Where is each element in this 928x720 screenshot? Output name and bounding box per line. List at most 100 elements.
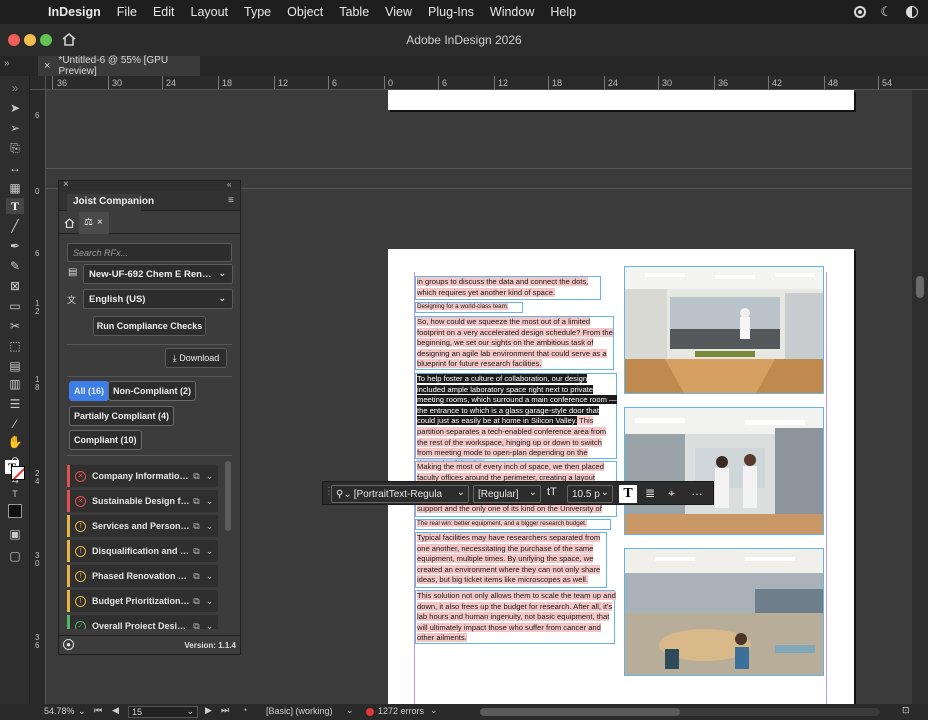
filter-compliant[interactable]: Compliant (10) [69, 430, 142, 450]
scrollbar-thumb[interactable] [916, 276, 924, 298]
menu-type[interactable]: Type [236, 5, 279, 19]
menu-object[interactable]: Object [279, 5, 331, 19]
language-select[interactable]: English (US) ⌄ [83, 289, 233, 309]
list-item[interactable]: ! Services and Personne... ⧉ ⌄ [67, 515, 218, 537]
pencil-tool-icon[interactable]: ✎ [6, 258, 24, 274]
run-compliance-checks-button[interactable]: Run Compliance Checks [93, 316, 206, 336]
selected-paragraph[interactable]: To help foster a culture of collaboratio… [417, 374, 617, 469]
last-page-icon[interactable]: ⏭ [221, 705, 229, 716]
chevron-down-icon[interactable]: ⌄ [203, 596, 216, 607]
download-button[interactable]: ⤓ Download [165, 348, 227, 368]
horizontal-ruler[interactable]: 36 30 24 18 12 6 0 6 12 18 24 30 36 42 4… [46, 76, 928, 90]
preflight-errors[interactable]: 1272 errors [378, 706, 424, 716]
record-icon[interactable] [854, 6, 867, 18]
horizontal-scrollbar[interactable] [480, 708, 880, 716]
control-center-icon[interactable] [906, 6, 918, 18]
list-item[interactable]: ! Disqualification and In... ⧉ ⌄ [67, 540, 218, 562]
fill-stroke-swatch[interactable]: T [5, 460, 25, 482]
screen-mode-icon[interactable]: ▣ [6, 526, 24, 542]
font-size-field[interactable]: 10.5 p ⌄ [567, 485, 613, 503]
body-paragraph[interactable]: Typical facilities may have researchers … [417, 533, 607, 586]
list-item[interactable]: ! Budget Prioritization a... ⧉ ⌄ [67, 590, 218, 612]
home-icon[interactable] [64, 218, 75, 228]
body-paragraph[interactable]: So, how could we squeeze the most out of… [417, 317, 616, 370]
paragraph-align-icon[interactable]: ≣ [645, 486, 655, 500]
lab-photo-2[interactable] [624, 407, 824, 535]
filter-partially-compliant[interactable]: Partially Compliant (4) [69, 406, 175, 426]
copy-icon[interactable]: ⧉ [190, 571, 203, 582]
zoom-level[interactable]: 54.78% [44, 706, 75, 716]
eyedropper-tool-icon[interactable]: ⁄ [6, 416, 24, 432]
document-tab[interactable]: × *Untitled-6 @ 55% [GPU Preview] [38, 55, 200, 77]
previous-page[interactable] [388, 90, 854, 110]
menu-layout[interactable]: Layout [183, 5, 237, 19]
filter-non-compliant[interactable]: Non-Compliant (2) [108, 381, 196, 401]
gradient-feather-tool-icon[interactable]: ▥ [6, 376, 24, 392]
body-paragraph[interactable]: This solution not only allows them to sc… [417, 591, 616, 644]
collapse-panels-icon[interactable]: » [4, 58, 10, 69]
note-tool-icon[interactable]: ☰ [6, 396, 24, 412]
gradient-swatch-tool-icon[interactable]: ▤ [6, 358, 24, 374]
copy-icon[interactable]: ⧉ [190, 596, 203, 607]
character-formatting-icon[interactable]: T [619, 485, 637, 503]
chevron-down-icon[interactable]: ⌄ [203, 496, 216, 507]
vertical-scrollbar[interactable] [912, 90, 928, 704]
chevron-down-icon[interactable]: ⌄ [203, 621, 216, 630]
more-options-icon[interactable]: … [691, 484, 703, 498]
close-tab-icon[interactable]: × [44, 60, 50, 72]
line-tool-icon[interactable]: ╱ [6, 218, 24, 234]
list-item[interactable]: ✓ Overall Project Design... ⧉ ⌄ [67, 615, 218, 629]
copy-icon[interactable]: ⧉ [190, 621, 203, 630]
list-item[interactable]: ! Phased Renovation Ap... ⧉ ⌄ [67, 565, 218, 587]
page-tool-icon[interactable]: ⎘ [6, 140, 24, 156]
preflight-profile[interactable]: [Basic] (working) [266, 706, 333, 716]
lab-photo-3[interactable] [624, 548, 824, 676]
formatting-affects-text-icon[interactable]: T [6, 486, 24, 502]
chevron-down-icon[interactable]: ⌄ [203, 571, 216, 582]
menu-help[interactable]: Help [542, 5, 584, 19]
font-style-field[interactable]: [Regular] ⌄ [473, 485, 541, 503]
next-page-icon[interactable]: ▶ [205, 705, 212, 716]
body-paragraph[interactable]: in groups to discuss the data and connec… [417, 277, 603, 298]
rfx-select[interactable]: New-UF-692 Chem E Renova... ⌄ [83, 264, 233, 284]
copy-icon[interactable]: ⧉ [190, 521, 203, 532]
open-page-icon[interactable]: ◔ [242, 705, 247, 715]
gap-tool-icon[interactable]: ↔ [6, 160, 24, 176]
menu-edit[interactable]: Edit [145, 5, 183, 19]
subheading[interactable]: The real win: better equipment, and a bi… [417, 519, 617, 530]
vertical-ruler[interactable]: 6 0 6 1 2 1 8 2 4 3 0 3 6 [30, 90, 46, 704]
content-collector-icon[interactable]: ▦ [6, 180, 24, 196]
font-family-field[interactable]: ⚲⌄ [PortraitText-Regula ⌄ [331, 485, 469, 503]
chevron-down-icon[interactable]: ⌄ [346, 705, 354, 716]
panel-menu-icon[interactable]: ≡ [228, 195, 234, 206]
chevron-down-icon[interactable]: ⌄ [203, 546, 216, 557]
menu-view[interactable]: View [377, 5, 420, 19]
menu-file[interactable]: File [109, 5, 145, 19]
collapse-panel-icon[interactable]: « [227, 180, 231, 189]
document-page[interactable]: in groups to discuss the data and connec… [388, 249, 854, 704]
chevron-down-icon[interactable]: ⌄ [203, 521, 216, 532]
compliance-tab-icon[interactable]: ⚖ [84, 217, 93, 228]
preview-mode-icon[interactable]: ▢ [6, 548, 24, 564]
search-input[interactable]: Search RFx... [67, 243, 232, 262]
ruler-origin[interactable] [30, 76, 46, 90]
lab-photo-1[interactable] [624, 266, 824, 394]
close-tab-icon[interactable]: × [97, 217, 103, 228]
expand-tools-icon[interactable]: » [6, 80, 24, 96]
night-mode-icon[interactable]: ☾ [880, 4, 892, 20]
stroke-swatch[interactable] [11, 466, 25, 480]
view-options-icon[interactable]: ⊡ [902, 705, 910, 716]
direct-selection-tool-icon[interactable]: ➢ [6, 120, 24, 136]
body-paragraph-line[interactable]: support and the only one of its kind on … [417, 504, 617, 515]
normal-mode-icon[interactable] [6, 504, 24, 520]
user-icon[interactable]: ● [63, 639, 74, 650]
free-transform-tool-icon[interactable]: ⬚ [6, 338, 24, 354]
chevron-down-icon[interactable]: ⌄ [203, 471, 216, 482]
rectangle-tool-icon[interactable]: ▭ [6, 298, 24, 314]
page-number-field[interactable]: 15 ⌄ [128, 706, 198, 718]
text-frame-options-icon[interactable]: ⌖ [668, 486, 675, 501]
menu-table[interactable]: Table [331, 5, 377, 19]
list-item[interactable]: ✕ Sustainable Design for... ⧉ ⌄ [67, 490, 218, 512]
list-scrollbar[interactable] [225, 461, 231, 531]
scissors-tool-icon[interactable]: ✂ [6, 318, 24, 334]
